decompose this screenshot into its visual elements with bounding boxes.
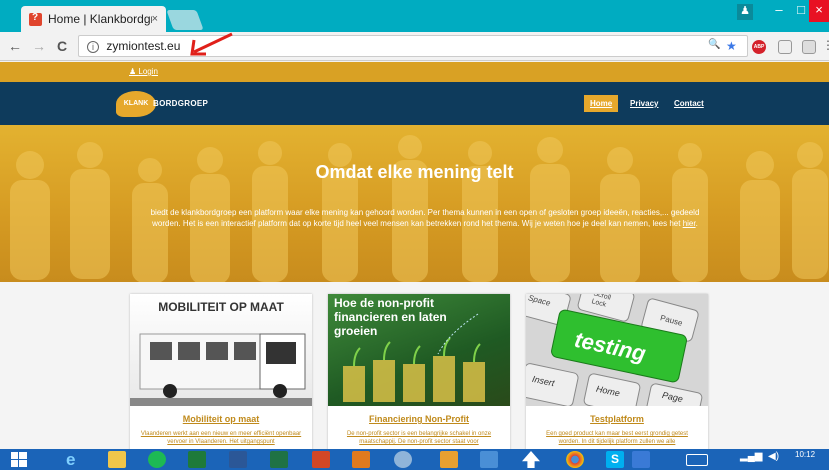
nav-privacy[interactable]: Privacy <box>630 95 658 112</box>
excel-icon[interactable] <box>270 451 288 468</box>
browser-toolbar: ← → C i zymiontest.eu 🔍 ★ ABP ⋮ <box>0 32 829 61</box>
minimize-button[interactable]: – <box>768 0 790 22</box>
app-icon-burst[interactable] <box>440 451 458 468</box>
cards-section: MOBILITEIT OP MAAT Mobiliteit op maat Vl… <box>0 282 829 454</box>
powerpoint-icon[interactable] <box>312 451 330 468</box>
card-image-buses: MOBILITEIT OP MAAT <box>130 294 312 406</box>
network-tray-icon[interactable]: ▂▄▆ <box>740 451 762 468</box>
hero-title: Omdat elke mening telt <box>315 162 514 182</box>
store-icon[interactable] <box>188 451 206 468</box>
card-financiering[interactable]: Hoe de non-profit financieren en laten g… <box>328 294 510 454</box>
card-title[interactable]: Testplatform <box>526 414 708 424</box>
app-icon-blue[interactable] <box>632 451 650 468</box>
hero-text-end: . <box>695 219 698 228</box>
crowd-background-image <box>10 135 828 282</box>
card-description[interactable]: De non-profit sector is een belangrijke … <box>338 430 500 446</box>
keyboard-tray-icon[interactable] <box>686 454 708 466</box>
extension-icon-2[interactable] <box>802 40 816 54</box>
extension-icon[interactable] <box>778 40 792 54</box>
close-window-button[interactable]: × <box>809 0 829 22</box>
card-image-keyboard: Space Scroll Lock Pause testing Insert H… <box>526 294 708 406</box>
bus-fleet-icon <box>130 333 312 406</box>
site-topbar: ♟ Login <box>0 62 829 82</box>
card-description[interactable]: Vlaanderen werkt aan een nieuw en meer e… <box>140 430 302 446</box>
nav-home[interactable]: Home <box>584 95 619 112</box>
forward-button[interactable]: → <box>32 38 46 54</box>
app-icon-bird[interactable] <box>480 451 498 468</box>
address-bar[interactable]: i zymiontest.eu <box>78 35 748 57</box>
chrome-icon[interactable] <box>566 451 584 468</box>
windows-taskbar: e S ▂▄▆ ◀) 10:12 <box>0 449 829 470</box>
card-mobiliteit[interactable]: MOBILITEIT OP MAAT Mobiliteit op maat Vl… <box>130 294 312 454</box>
word-icon[interactable] <box>229 451 247 468</box>
card-title[interactable]: Mobiliteit op maat <box>130 414 312 424</box>
menu-icon[interactable]: ⋮ <box>822 38 829 52</box>
new-tab-button[interactable] <box>166 10 204 30</box>
money-plants-icon <box>343 313 485 402</box>
favicon-icon <box>29 12 42 26</box>
nav-contact[interactable]: Contact <box>674 95 704 112</box>
app-icon-orange[interactable] <box>352 451 370 468</box>
browser-tab[interactable]: Home | Klankbordgroep × <box>21 6 166 32</box>
url-text: zymiontest.eu <box>106 39 181 53</box>
windows-start-icon[interactable] <box>10 451 28 468</box>
site-navbar: KLANK BORDGROEP Home Privacy Contact <box>0 82 829 125</box>
file-explorer-icon[interactable] <box>108 451 126 468</box>
adblock-extension-icon[interactable]: ABP <box>752 40 766 54</box>
browser-tabstrip: Home | Klankbordgroep × ♟ – □ × <box>0 0 829 32</box>
hero-banner: Omdat elke mening telt biedt de klankbor… <box>0 125 829 282</box>
hero-link-hier[interactable]: hier <box>683 219 696 228</box>
site-logo[interactable]: KLANK BORDGROEP <box>116 91 256 117</box>
skype-icon[interactable]: S <box>606 451 624 468</box>
volume-tray-icon[interactable]: ◀) <box>768 451 786 468</box>
upload-icon[interactable] <box>522 451 540 468</box>
tab-close-icon[interactable]: × <box>152 13 158 25</box>
tab-title: Home | Klankbordgroep <box>48 12 152 26</box>
reload-button[interactable]: C <box>57 38 67 54</box>
card-testplatform[interactable]: Space Scroll Lock Pause testing Insert H… <box>526 294 708 454</box>
site-info-icon[interactable]: i <box>87 41 99 53</box>
user-profile-icon[interactable]: ♟ <box>737 4 753 20</box>
hero-text-part: biedt de klankbordgroep een platform waa… <box>150 208 700 228</box>
clock-time[interactable]: 10:12 <box>795 451 815 459</box>
zoom-icon[interactable]: 🔍 <box>708 39 720 50</box>
internet-explorer-icon[interactable]: e <box>66 451 84 468</box>
login-link[interactable]: ♟ Login <box>129 67 158 76</box>
login-label: Login <box>138 67 158 76</box>
hero-text: biedt de klankbordgroep een platform waa… <box>140 207 710 229</box>
card-title[interactable]: Financiering Non-Profit <box>328 414 510 424</box>
card-description[interactable]: Een goed product kan maar best eerst gro… <box>536 430 698 446</box>
logo-word: BORDGROEP <box>153 99 209 108</box>
logo-circle: KLANK <box>116 91 156 117</box>
bookmark-star-icon[interactable]: ★ <box>726 39 737 53</box>
red-arrow-annotation-icon <box>190 32 233 56</box>
spotify-icon[interactable] <box>148 451 166 468</box>
back-button[interactable]: ← <box>8 38 22 54</box>
app-icon-globe[interactable] <box>394 451 412 468</box>
card-image-money-plants: Hoe de non-profit financieren en laten g… <box>328 294 510 406</box>
